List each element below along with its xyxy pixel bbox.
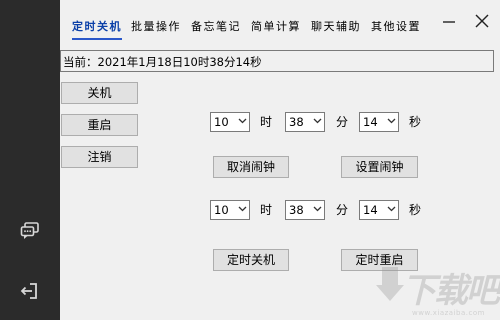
timer-second-value: 14 bbox=[363, 203, 378, 217]
alarm-second-unit: 秒 bbox=[409, 115, 422, 129]
alarm-hour-value: 10 bbox=[214, 115, 229, 129]
alarm-second-select[interactable]: 14 bbox=[359, 112, 399, 132]
timer-hour-unit: 时 bbox=[260, 203, 273, 217]
current-time-display: 当前：2021年1月18日10时38分14秒 bbox=[60, 50, 494, 72]
alarm-second-value: 14 bbox=[363, 115, 378, 129]
chevron-down-icon bbox=[313, 118, 322, 124]
timer-minute-unit: 分 bbox=[336, 203, 349, 217]
timer-minute-select[interactable]: 38 bbox=[285, 200, 325, 220]
set-alarm-button[interactable]: 设置闹钟 bbox=[341, 156, 418, 178]
tab-bar: 定时关机 批量操作 备忘笔记 简单计算 聊天辅助 其他设置 bbox=[60, 0, 500, 44]
tab-memo-notes[interactable]: 备忘笔记 bbox=[191, 18, 241, 34]
shutdown-button[interactable]: 关机 bbox=[61, 82, 138, 104]
chevron-down-icon bbox=[387, 206, 396, 212]
tab-chat-assist[interactable]: 聊天辅助 bbox=[311, 18, 361, 34]
timed-shutdown-button[interactable]: 定时关机 bbox=[213, 249, 289, 271]
alarm-minute-unit: 分 bbox=[336, 115, 349, 129]
timer-second-unit: 秒 bbox=[409, 203, 422, 217]
alarm-hour-select[interactable]: 10 bbox=[210, 112, 250, 132]
tab-other-settings[interactable]: 其他设置 bbox=[371, 18, 421, 34]
exit-icon[interactable] bbox=[18, 279, 42, 303]
tab-timed-shutdown[interactable]: 定时关机 bbox=[72, 18, 122, 40]
close-icon[interactable] bbox=[472, 12, 492, 32]
tab-batch-operations[interactable]: 批量操作 bbox=[131, 18, 181, 34]
chevron-down-icon bbox=[313, 206, 322, 212]
sidebar bbox=[0, 0, 60, 320]
minimize-icon[interactable] bbox=[440, 12, 460, 32]
timer-second-select[interactable]: 14 bbox=[359, 200, 399, 220]
chevron-down-icon bbox=[238, 118, 247, 124]
cancel-alarm-button[interactable]: 取消闹钟 bbox=[213, 156, 289, 178]
chevron-down-icon bbox=[387, 118, 396, 124]
watermark-url: www.xiazaiba.com bbox=[412, 309, 485, 317]
tab-simple-calc[interactable]: 简单计算 bbox=[251, 18, 301, 34]
timed-restart-button[interactable]: 定时重启 bbox=[341, 249, 418, 271]
chat-bubbles-icon[interactable] bbox=[18, 219, 42, 243]
chevron-down-icon bbox=[238, 206, 247, 212]
timer-hour-value: 10 bbox=[214, 203, 229, 217]
alarm-minute-select[interactable]: 38 bbox=[285, 112, 325, 132]
restart-button[interactable]: 重启 bbox=[61, 114, 138, 136]
alarm-minute-value: 38 bbox=[289, 115, 304, 129]
timer-minute-value: 38 bbox=[289, 203, 304, 217]
alarm-hour-unit: 时 bbox=[260, 115, 273, 129]
logoff-button[interactable]: 注销 bbox=[61, 146, 138, 168]
timer-hour-select[interactable]: 10 bbox=[210, 200, 250, 220]
